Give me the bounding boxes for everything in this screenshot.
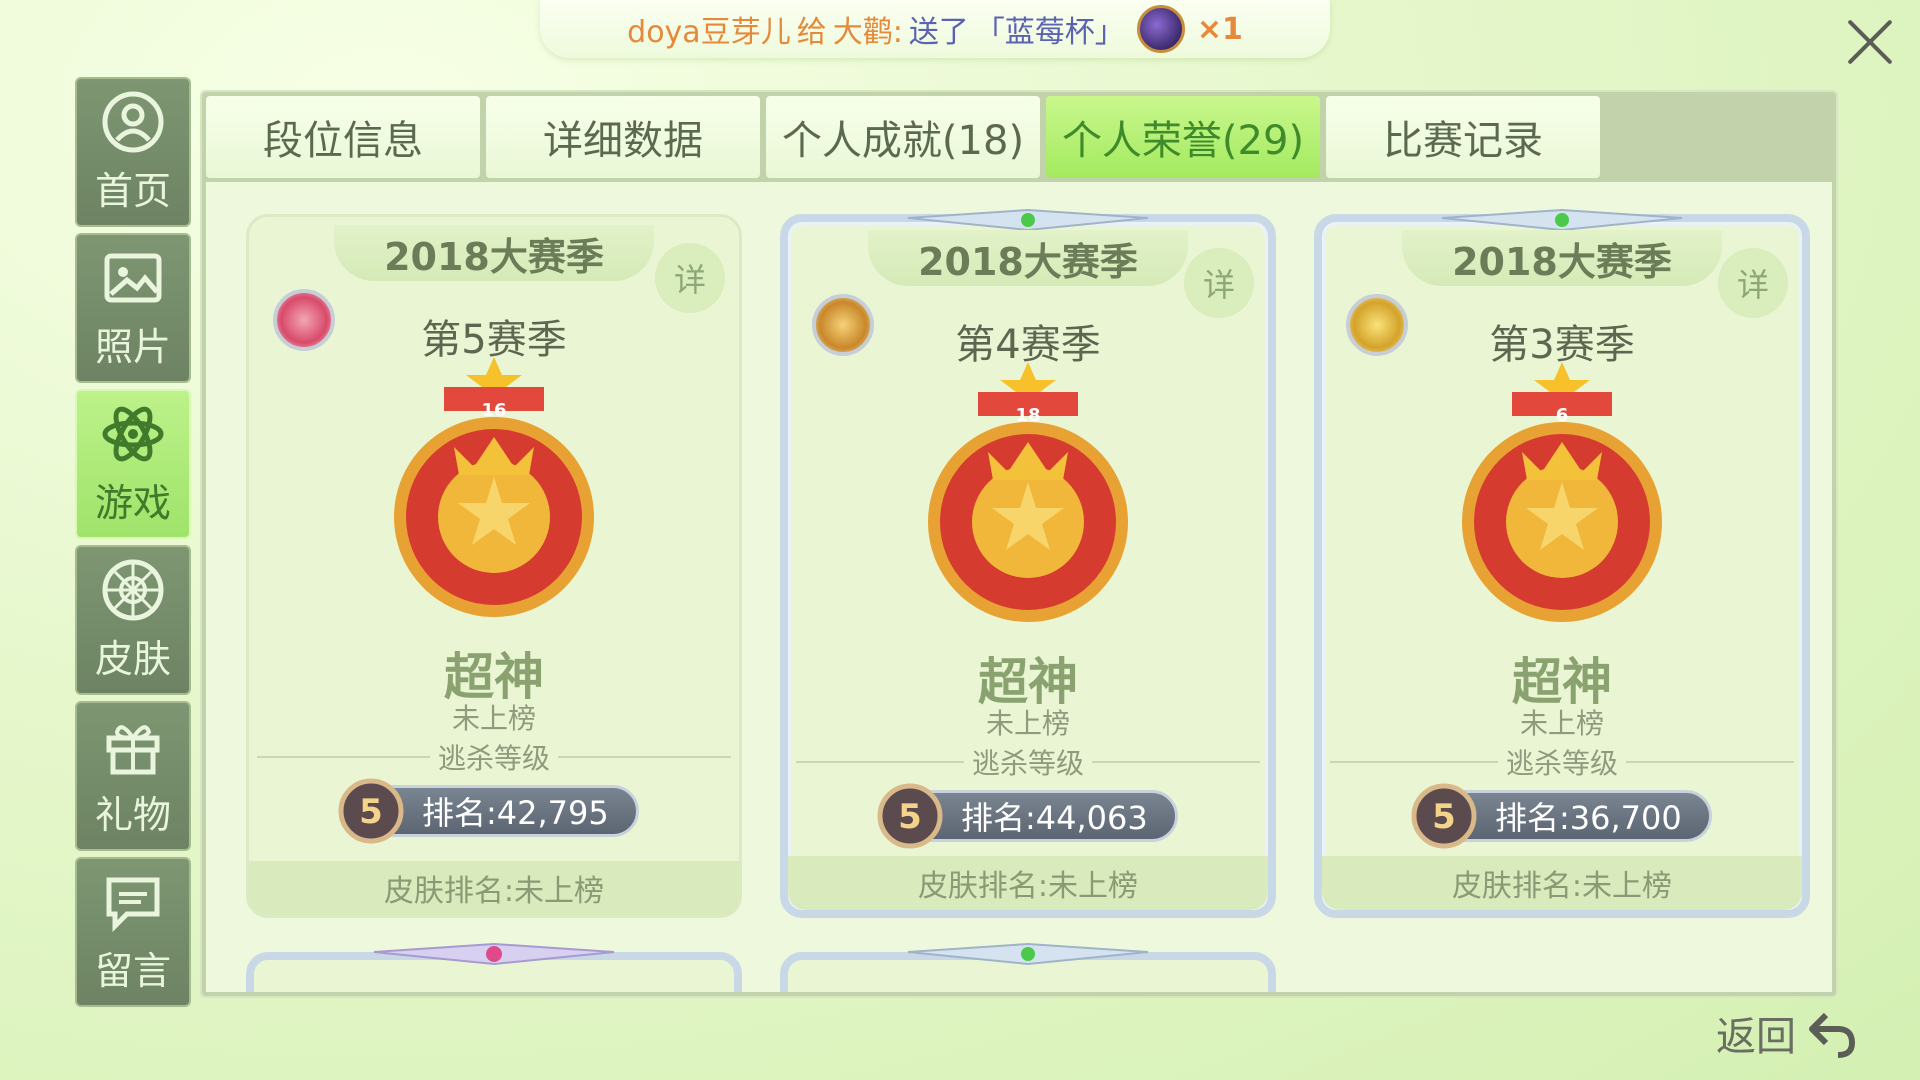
- medal-number: 18: [1015, 405, 1041, 426]
- notice-gift-name: 「蓝莓杯」: [974, 15, 1125, 50]
- season-year-banner: 2018大赛季: [1402, 230, 1722, 286]
- atom-icon: [101, 402, 165, 466]
- wing-ornament-icon: [907, 208, 1149, 232]
- sidebar-item-label: 首页: [94, 168, 171, 213]
- detail-button[interactable]: 详: [1184, 248, 1254, 318]
- detail-button[interactable]: 详: [655, 243, 725, 313]
- honor-card-partial: [246, 942, 742, 992]
- medal-number: 6: [1555, 405, 1569, 426]
- gift-icon: [101, 714, 165, 778]
- honor-card: 2018大赛季 详 第5赛季 16 超神 未上榜 逃杀等级 排名:42,795: [246, 214, 742, 918]
- sidebar-item-home[interactable]: 首页: [75, 77, 191, 227]
- sidebar-item-label: 留言: [94, 948, 171, 993]
- sidebar-item-label: 礼物: [94, 792, 171, 837]
- tab-honors[interactable]: 个人荣誉(29): [1046, 96, 1320, 178]
- close-icon[interactable]: [1840, 12, 1900, 72]
- skin-rank: 皮肤排名:未上榜: [1322, 856, 1802, 910]
- notice-action: 送了: [908, 15, 969, 50]
- medal-icon: [394, 357, 594, 617]
- medal-number: 16: [481, 400, 507, 421]
- level-label: 逃杀等级: [1506, 747, 1619, 780]
- season-year-banner: 2018大赛季: [334, 225, 654, 281]
- sidebar-item-label: 游戏: [94, 480, 171, 525]
- tab-match-records[interactable]: 比赛记录: [1326, 96, 1600, 178]
- tab-detailed-data[interactable]: 详细数据: [486, 96, 760, 178]
- wing-ornament-icon: [1441, 208, 1683, 232]
- honor-card: 2018大赛季 详 第3赛季 6 超神 未上榜 逃杀等级 排名:36,700 5…: [1314, 208, 1810, 918]
- sidebar-item-skins[interactable]: 皮肤: [75, 545, 191, 695]
- flower-icon: [101, 558, 165, 622]
- notice-receiver: 大鹳:: [832, 15, 903, 50]
- sidebar-item-messages[interactable]: 留言: [75, 857, 191, 1007]
- sidebar-item-label: 皮肤: [94, 636, 171, 681]
- detail-button[interactable]: 详: [1718, 248, 1788, 318]
- level-badge-icon: 5: [1411, 783, 1477, 849]
- honor-card-partial: [780, 942, 1276, 992]
- gift-notice-banner: doya豆芽儿 给 大鹳: 送了 「蓝莓杯」 ×1: [540, 0, 1330, 58]
- board-status: 未上榜: [451, 702, 536, 735]
- main-panel: 段位信息 详细数据 个人成就(18) 个人荣誉(29) 比赛记录 2018大赛季…: [200, 90, 1838, 998]
- notice-count: ×1: [1196, 11, 1243, 47]
- tab-bar: 段位信息 详细数据 个人成就(18) 个人荣誉(29) 比赛记录: [206, 96, 1600, 178]
- user-icon: [101, 90, 165, 154]
- board-status: 未上榜: [1519, 707, 1604, 740]
- level-badge-number: 5: [359, 792, 383, 832]
- level-badge-number: 5: [1432, 797, 1456, 837]
- medal-icon: [1462, 362, 1662, 622]
- photo-icon: [101, 246, 165, 310]
- season-year-banner: 2018大赛季: [868, 230, 1188, 286]
- skin-rank: 皮肤排名:未上榜: [249, 861, 739, 915]
- sidebar-item-gifts[interactable]: 礼物: [75, 701, 191, 851]
- notice-sender: doya豆芽儿: [627, 15, 791, 50]
- back-arrow-icon: [1809, 1012, 1856, 1058]
- wing-ornament-icon: [907, 942, 1149, 966]
- back-label: 返回: [1716, 1014, 1796, 1060]
- sidebar-item-label: 照片: [94, 324, 171, 369]
- level-badge-icon: 5: [877, 783, 943, 849]
- medal-icon: [928, 362, 1128, 622]
- sidebar-item-game[interactable]: 游戏: [75, 389, 191, 539]
- level-badge-icon: 5: [338, 778, 404, 844]
- message-icon: [101, 870, 165, 934]
- skin-rank: 皮肤排名:未上榜: [788, 856, 1268, 910]
- back-button[interactable]: 返回: [1716, 1004, 1860, 1062]
- level-divider: 逃杀等级: [1330, 747, 1795, 780]
- level-divider: 逃杀等级: [796, 747, 1261, 780]
- notice-verb: 给: [796, 15, 827, 50]
- board-status: 未上榜: [985, 707, 1070, 740]
- level-badge-number: 5: [898, 797, 922, 837]
- honor-card: 2018大赛季 详 第4赛季 18 超神 未上榜 逃杀等级 排名:44,063: [780, 208, 1276, 918]
- level-divider: 逃杀等级: [257, 742, 732, 775]
- tab-achievements[interactable]: 个人成就(18): [766, 96, 1040, 178]
- sidebar: 首页 照片 游戏 皮肤 礼物 留言: [75, 77, 191, 1013]
- level-label: 逃杀等级: [972, 747, 1085, 780]
- honor-list: 2018大赛季 详 第5赛季 16 超神 未上榜 逃杀等级 排名:42,795: [206, 182, 1832, 992]
- sidebar-item-photos[interactable]: 照片: [75, 233, 191, 383]
- tab-rank-info[interactable]: 段位信息: [206, 96, 480, 178]
- wing-ornament-icon: [373, 942, 615, 966]
- level-label: 逃杀等级: [438, 742, 551, 775]
- blueberry-cup-icon: [1136, 5, 1185, 53]
